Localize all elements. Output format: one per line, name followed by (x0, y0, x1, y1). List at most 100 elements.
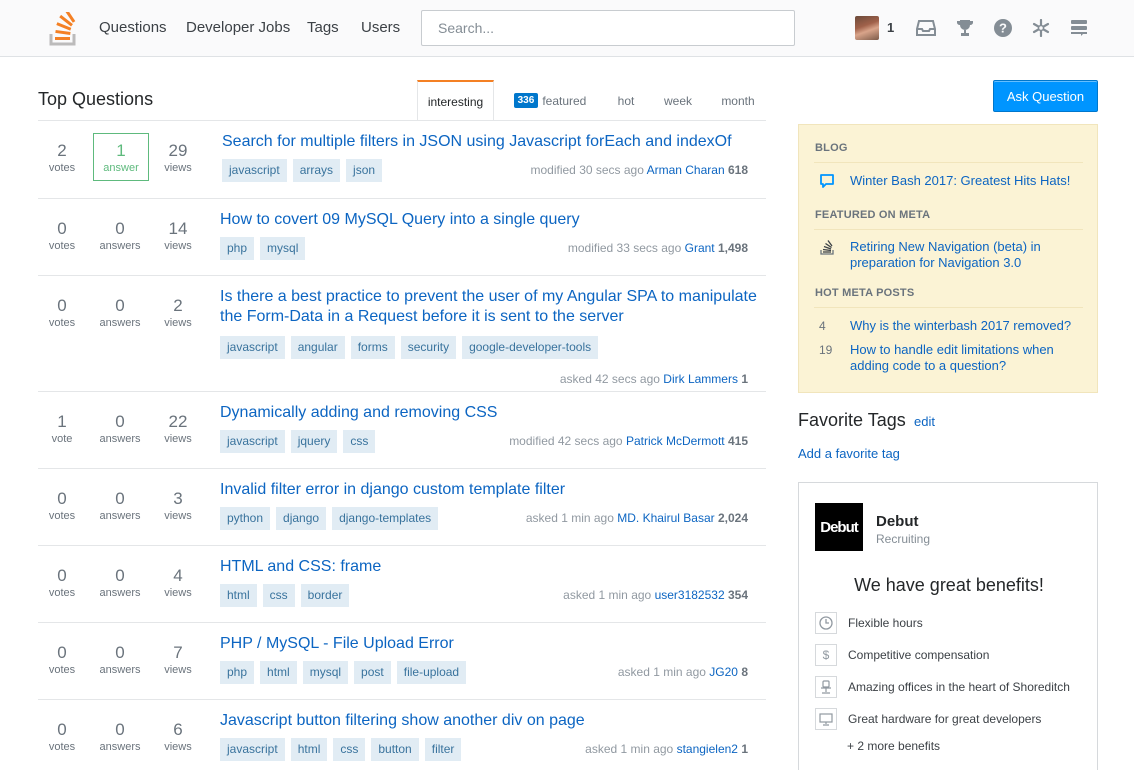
tag-mysql[interactable]: mysql (260, 237, 306, 260)
activity-time[interactable]: asked 1 min ago (618, 665, 706, 679)
tab-featured[interactable]: 336 featured (505, 80, 595, 121)
tag-security[interactable]: security (400, 336, 457, 359)
review-icon[interactable] (1030, 17, 1052, 39)
tag-border[interactable]: border (300, 584, 350, 607)
tag-jquery[interactable]: jquery (290, 430, 338, 453)
blog-link[interactable]: Winter Bash 2017: Greatest Hits Hats! (850, 173, 1082, 189)
question-title-link[interactable]: PHP / MySQL - File Upload Error (220, 634, 760, 654)
user-link[interactable]: user3182532 (655, 588, 725, 602)
question-title-link[interactable]: Search for multiple filters in JSON usin… (222, 132, 762, 152)
nav-questions[interactable]: Questions (99, 19, 167, 36)
tag-list: php mysql (220, 237, 306, 260)
tag-file-upload[interactable]: file-upload (396, 661, 467, 684)
tag-django-templates[interactable]: django-templates (332, 507, 439, 530)
tab-interesting[interactable]: interesting (417, 80, 494, 121)
user-link[interactable]: Dirk Lammers (663, 372, 738, 386)
question-title-link[interactable]: Is there a best practice to prevent the … (220, 287, 760, 327)
tag-arrays[interactable]: arrays (292, 159, 341, 182)
tag-javascript[interactable]: javascript (220, 336, 285, 359)
question-title-link[interactable]: Javascript button filtering show another… (220, 711, 760, 731)
activity-time[interactable]: asked 1 min ago (526, 511, 614, 525)
divider (814, 229, 1083, 230)
vote-stat: 0 votes (38, 643, 86, 677)
activity-time[interactable]: asked 42 secs ago (560, 372, 660, 386)
activity-time[interactable]: modified 33 secs ago (568, 241, 681, 255)
tag-python[interactable]: python (220, 507, 271, 530)
tag-javascript[interactable]: javascript (222, 159, 287, 182)
avatar[interactable] (855, 16, 879, 40)
tag-angular[interactable]: angular (290, 336, 345, 359)
view-stat-label: views (164, 664, 192, 676)
tag-mysql[interactable]: mysql (302, 661, 349, 684)
tag-forms[interactable]: forms (350, 336, 395, 359)
hot-post-link[interactable]: Why is the winterbash 2017 removed? (850, 318, 1082, 334)
user-link[interactable]: JG20 (709, 665, 738, 679)
tag-google-developer-tools[interactable]: google-developer-tools (462, 336, 599, 359)
vote-stat: 0 votes (38, 566, 86, 600)
more-benefits-link[interactable]: + 2 more benefits (847, 739, 940, 753)
question-title-link[interactable]: HTML and CSS: frame (220, 557, 760, 577)
job-ad-card[interactable]: Debut Debut Recruiting We have great ben… (798, 482, 1098, 770)
tag-css[interactable]: css (343, 430, 376, 453)
activity-time[interactable]: asked 1 min ago (585, 742, 673, 756)
achievements-icon[interactable] (954, 17, 976, 39)
nav-developer-jobs[interactable]: Developer Jobs (186, 19, 290, 36)
user-link[interactable]: MD. Khairul Basar (617, 511, 714, 525)
tag-json[interactable]: json (346, 159, 383, 182)
meta-link[interactable]: Retiring New Navigation (beta) in prepar… (850, 239, 1082, 271)
answer-stat: 0 answers (96, 219, 144, 253)
view-stat: 7 views (154, 643, 202, 677)
answer-stat-label: answers (99, 587, 141, 599)
meta-stack-icon (820, 240, 834, 255)
activity-time[interactable]: asked 1 min ago (563, 588, 651, 602)
vote-stat-count: 0 (57, 296, 67, 315)
add-favorite-tag-link[interactable]: Add a favorite tag (798, 446, 900, 461)
question-meta: modified 30 secs ago Arman Charan 618 (531, 163, 749, 177)
stack-overflow-logo-icon[interactable] (48, 12, 78, 46)
tag-post[interactable]: post (354, 661, 391, 684)
tag-javascript[interactable]: javascript (220, 430, 285, 453)
user-link[interactable]: Arman Charan (647, 163, 725, 177)
view-stat-label: views (164, 741, 192, 753)
favorite-tags-edit-link[interactable]: edit (914, 414, 935, 429)
tab-week[interactable]: week (654, 80, 702, 121)
hot-post-link[interactable]: How to handle edit limitations when addi… (850, 342, 1082, 374)
answer-stat-label: answers (99, 664, 141, 676)
activity-time[interactable]: modified 30 secs ago (531, 163, 644, 177)
user-link[interactable]: stangielen2 (677, 742, 738, 756)
help-icon[interactable]: ? (992, 17, 1014, 39)
question-title-link[interactable]: Invalid filter error in django custom te… (220, 480, 760, 500)
view-stat: 2 views (154, 296, 202, 330)
ask-question-button[interactable]: Ask Question (993, 80, 1098, 112)
site-switcher-icon[interactable] (1068, 17, 1090, 39)
nav-tags[interactable]: Tags (307, 19, 339, 36)
activity-time[interactable]: modified 42 secs ago (509, 434, 622, 448)
tag-django[interactable]: django (276, 507, 327, 530)
company-name[interactable]: Debut (876, 513, 919, 530)
user-link[interactable]: Patrick McDermott (626, 434, 725, 448)
tab-month[interactable]: month (712, 80, 764, 121)
tag-html[interactable]: html (220, 584, 257, 607)
tag-html[interactable]: html (290, 738, 328, 761)
question-title-link[interactable]: Dynamically adding and removing CSS (220, 403, 760, 423)
tab-label: hot (617, 93, 635, 108)
tag-css[interactable]: css (262, 584, 295, 607)
tab-hot[interactable]: hot (606, 80, 646, 121)
vote-stat-label: votes (48, 240, 76, 252)
tag-php[interactable]: php (220, 237, 255, 260)
inbox-icon[interactable] (915, 17, 937, 39)
user-link[interactable]: Grant (685, 241, 715, 255)
benefit-item: Amazing offices in the heart of Shoredit… (815, 675, 1070, 699)
tag-button[interactable]: button (371, 738, 419, 761)
job-headline: We have great benefits! (854, 575, 1044, 595)
reputation-count[interactable]: 1 (887, 20, 894, 35)
company-logo[interactable]: Debut (815, 503, 863, 551)
search-input[interactable] (421, 10, 795, 46)
question-title-link[interactable]: How to covert 09 MySQL Query into a sing… (220, 210, 760, 230)
nav-users[interactable]: Users (361, 19, 400, 36)
tag-css[interactable]: css (333, 738, 366, 761)
tag-javascript[interactable]: javascript (220, 738, 285, 761)
tag-html[interactable]: html (260, 661, 297, 684)
tag-filter[interactable]: filter (424, 738, 462, 761)
tag-php[interactable]: php (220, 661, 255, 684)
